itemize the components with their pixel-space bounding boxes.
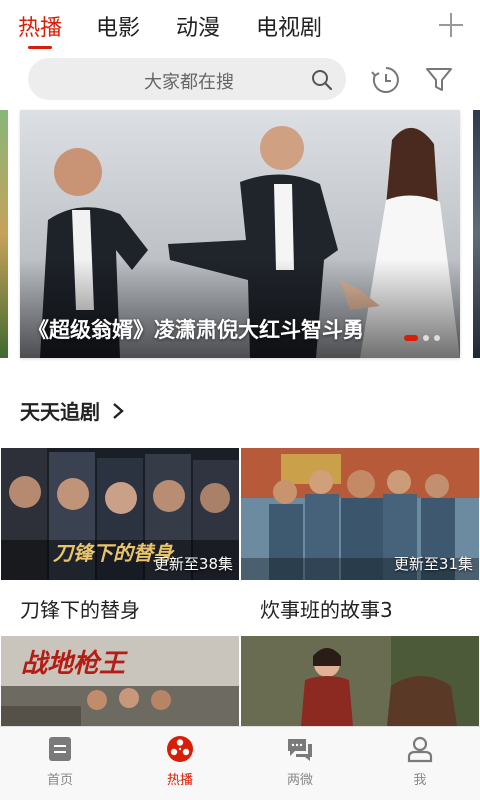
prev-banner-peek	[0, 110, 8, 358]
drama-card[interactable]: 更新至31集 炊事班的故事3	[241, 448, 479, 622]
film-reel-icon	[167, 736, 193, 762]
poster-image: 战地枪王	[1, 636, 239, 726]
drama-card[interactable]: 战地枪王	[1, 636, 239, 726]
poster-title-text: 战地枪王	[21, 649, 128, 679]
nav-label: 两微	[286, 773, 313, 788]
search-input[interactable]: 大家都在搜	[28, 58, 346, 100]
bottom-nav-bar: 首页 热播 两微 我	[0, 726, 480, 800]
drama-title: 炊事班的故事3	[260, 598, 393, 622]
nav-label: 热播	[166, 773, 193, 788]
tab-tv-series[interactable]: 电视剧	[256, 10, 322, 42]
episode-badge: 更新至38集	[153, 555, 233, 573]
nav-home[interactable]: 首页	[0, 727, 120, 800]
section-title: 天天追剧	[20, 400, 100, 424]
drama-thumbnail[interactable]	[241, 636, 479, 726]
carousel-dot	[434, 335, 440, 341]
history-icon[interactable]	[370, 64, 402, 96]
profile-icon	[407, 736, 433, 763]
nav-label: 首页	[46, 773, 73, 788]
top-tab-bar: 热播 电影 动漫 电视剧	[0, 0, 480, 54]
chat-icon	[288, 739, 312, 761]
filter-icon[interactable]	[424, 64, 454, 94]
carousel-dot-active	[404, 335, 418, 341]
carousel-indicator	[404, 335, 440, 341]
drama-thumbnail[interactable]: 刀锋下的替身 更新至38集	[1, 448, 239, 580]
chevron-right-icon	[113, 402, 124, 419]
nav-profile[interactable]: 我	[360, 727, 480, 800]
episode-badge: 更新至31集	[393, 555, 473, 573]
nav-hot[interactable]: 热播	[120, 727, 240, 800]
drama-card[interactable]: 刀锋下的替身 更新至38集 刀锋下的替身	[1, 448, 239, 622]
plus-icon[interactable]	[438, 12, 464, 38]
drama-card[interactable]	[241, 636, 479, 726]
nav-weibo-wechat[interactable]: 两微	[240, 727, 360, 800]
carousel-dot	[423, 335, 429, 341]
tab-movies[interactable]: 电影	[96, 10, 140, 42]
section-header-daily-drama[interactable]: 天天追剧	[20, 396, 124, 425]
banner-caption: 《超级翁婿》凌潇肃倪大红斗智斗勇	[28, 318, 364, 342]
active-tab-indicator	[28, 46, 52, 49]
drama-thumbnail[interactable]: 更新至31集	[241, 448, 479, 580]
next-banner-peek	[473, 110, 480, 358]
poster-image	[241, 636, 479, 726]
drama-title: 刀锋下的替身	[20, 598, 140, 622]
home-icon	[49, 737, 71, 761]
tab-hot[interactable]: 热播	[18, 10, 62, 42]
banner-carousel[interactable]: 《超级翁婿》凌潇肃倪大红斗智斗勇	[0, 110, 480, 360]
search-placeholder: 大家都在搜	[144, 72, 234, 93]
drama-thumbnail[interactable]: 战地枪王	[1, 636, 239, 726]
nav-label: 我	[413, 773, 427, 788]
banner-slide[interactable]: 《超级翁婿》凌潇肃倪大红斗智斗勇	[20, 110, 460, 358]
tab-anime[interactable]: 动漫	[176, 10, 220, 42]
search-icon[interactable]	[310, 68, 334, 92]
